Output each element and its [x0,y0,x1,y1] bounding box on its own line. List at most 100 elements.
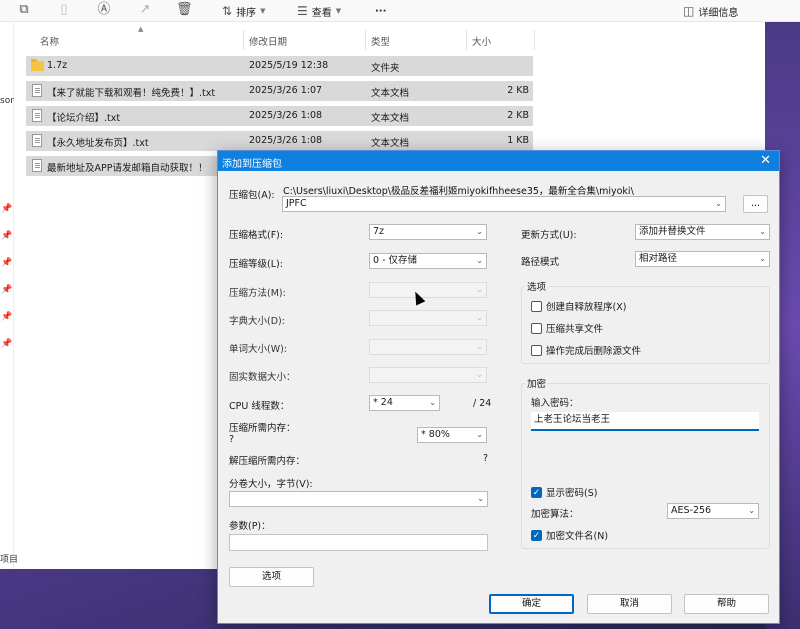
table-row[interactable]: 【永久地址发布页】.txt 2025/3/26 1:08 文本文档 1 KB [26,131,533,151]
share-icon[interactable]: ↗ [137,2,153,18]
column-divider[interactable] [466,30,467,50]
text-file-icon [32,159,42,172]
path-mode-label: 路径模式 [521,257,560,268]
column-header-type[interactable]: 类型 [371,34,390,48]
dialog-titlebar[interactable]: 添加到压缩包 ✕ [218,151,779,171]
level-label: 压缩等级(L): [229,259,283,270]
delete-after-checkbox[interactable]: 操作完成后删除源文件 [531,343,641,357]
sort-button[interactable]: ⇅ 排序 ▼ [222,3,265,19]
column-header-size[interactable]: 大小 [472,34,491,48]
cancel-button[interactable]: 取消 [587,594,672,614]
column-header-name[interactable]: 名称 [40,34,59,48]
level-value: 0 - 仅存储 [373,255,418,266]
memory-select[interactable]: * 80% ⌄ [417,427,487,443]
archive-path: C:\Users\liuxi\Desktop\极品反差福利姬miyokifhhe… [283,186,634,197]
file-type: 文本文档 [371,138,410,149]
status-bar-text: 项目 [0,555,19,565]
column-headers: 名称 修改日期 类型 大小 [26,30,535,50]
ok-button[interactable]: 确定 [489,594,574,614]
dialog-title: 添加到压缩包 [222,159,282,170]
password-input[interactable]: 上老王论坛当老王 [531,412,759,431]
pin-icon: 📌 [1,231,13,241]
file-name: 最新地址及APP请发邮箱自动获取！！ [47,163,208,174]
column-header-modified[interactable]: 修改日期 [249,34,287,48]
file-type: 文本文档 [371,113,410,124]
format-select[interactable]: 7z ⌄ [369,224,487,240]
column-divider[interactable] [243,30,244,50]
delete-icon[interactable]: 🗑 [176,2,193,18]
file-type: 文本文档 [371,88,410,99]
chevron-down-icon: ▼ [335,7,342,15]
rename-icon[interactable]: Ⓐ [96,2,112,18]
column-divider[interactable] [365,30,366,50]
encryption-method-value: AES-256 [671,505,712,516]
memory-unknown: ? [229,434,235,445]
table-row[interactable]: 【论坛介绍】.txt 2025/3/26 1:08 文本文档 2 KB [26,106,533,126]
encryption-group-title: 加密 [525,376,549,390]
file-name: 【论坛介绍】.txt [47,113,121,124]
pin-icon: 📌 [1,258,13,268]
encryption-method-select[interactable]: AES-256 ⌄ [667,503,759,519]
decompress-memory-label: 解压缩所需内存： [229,456,306,467]
view-button[interactable]: ☰ 查看 ▼ [297,3,341,19]
split-label: 分卷大小，字节(V): [229,479,313,490]
split-select[interactable]: ⌄ [229,491,488,507]
paste-icon[interactable]: ▯ [56,2,72,18]
password-label: 输入密码： [531,398,579,409]
compress-shared-checkbox[interactable]: 压缩共享文件 [531,321,603,335]
view-icon: ☰ [297,4,308,18]
details-pane-button[interactable]: ◫ 详细信息 [683,3,738,19]
table-row[interactable]: 最新地址及APP请发邮箱自动获取！！ [26,156,218,176]
sort-icon: ⇅ [222,4,233,18]
update-mode-value: 添加并替换文件 [639,226,706,237]
encrypt-filenames-checkbox[interactable]: ✓ 加密文件名(N) [531,528,608,542]
chevron-down-icon: ⌄ [476,227,483,236]
params-label: 参数(P)： [229,521,271,532]
file-name: 【来了就能下载和观看！纯免费！】.txt [47,88,216,99]
column-divider[interactable] [534,30,535,50]
chevron-down-icon: ▼ [260,7,266,15]
solid-size-select[interactable]: ⌄ [369,367,487,383]
more-button[interactable]: ··· [375,3,386,19]
archive-label: 压缩包(A): [229,190,275,201]
table-row[interactable]: 【来了就能下载和观看！纯免费！】.txt 2025/3/26 1:07 文本文档… [26,81,533,101]
path-mode-select[interactable]: 相对路径 ⌄ [635,251,770,267]
dictionary-select[interactable]: ⌄ [369,310,487,326]
archive-name-combo[interactable]: JPFC ⌄ [282,196,726,212]
file-name: 【永久地址发布页】.txt [47,138,149,149]
chevron-down-icon: ⌄ [715,199,722,208]
update-mode-label: 更新方式(U): [521,230,577,241]
check-icon: ✓ [531,486,542,498]
threads-total: / 24 [473,398,492,409]
create-sfx-checkbox[interactable]: 创建自释放程序(X) [531,299,626,313]
pin-icon: 📌 [1,312,13,322]
memory-value: * 80% [421,429,450,440]
file-modified: 2025/3/26 1:08 [249,135,323,146]
path-mode-value: 相对路径 [639,253,678,264]
options-button[interactable]: 选项 [229,567,314,587]
pin-icon: 📌 [1,204,13,214]
level-select[interactable]: 0 - 仅存储 ⌄ [369,253,487,269]
chevron-down-icon: ⌄ [476,256,483,265]
word-size-select[interactable]: ⌄ [369,339,487,355]
chevron-down-icon: ⌄ [476,342,483,351]
threads-value: * 24 [373,397,393,408]
close-icon[interactable]: ✕ [760,153,771,168]
update-mode-select[interactable]: 添加并替换文件 ⌄ [635,224,770,240]
copy-icon[interactable]: ⧉ [16,2,32,18]
file-modified: 2025/3/26 1:08 [249,110,323,121]
method-select[interactable]: ⌄ [369,282,487,298]
encryption-method-label: 加密算法： [531,509,579,520]
help-button[interactable]: 帮助 [684,594,769,614]
table-row[interactable]: 1.7z 2025/5/19 12:38 文件夹 [26,56,533,76]
threads-select[interactable]: * 24 ⌄ [369,395,440,411]
pin-icon: 📌 [1,285,13,295]
file-size: 2 KB [507,110,529,121]
browse-button[interactable]: ... [743,195,768,213]
params-input[interactable] [229,534,488,551]
show-password-checkbox[interactable]: ✓ 显示密码(S) [531,485,597,499]
file-size: 1 KB [507,135,529,146]
chevron-down-icon: ⌄ [759,227,766,236]
chevron-down-icon: ⌄ [759,254,766,263]
sidebar-text: sor [0,96,14,106]
